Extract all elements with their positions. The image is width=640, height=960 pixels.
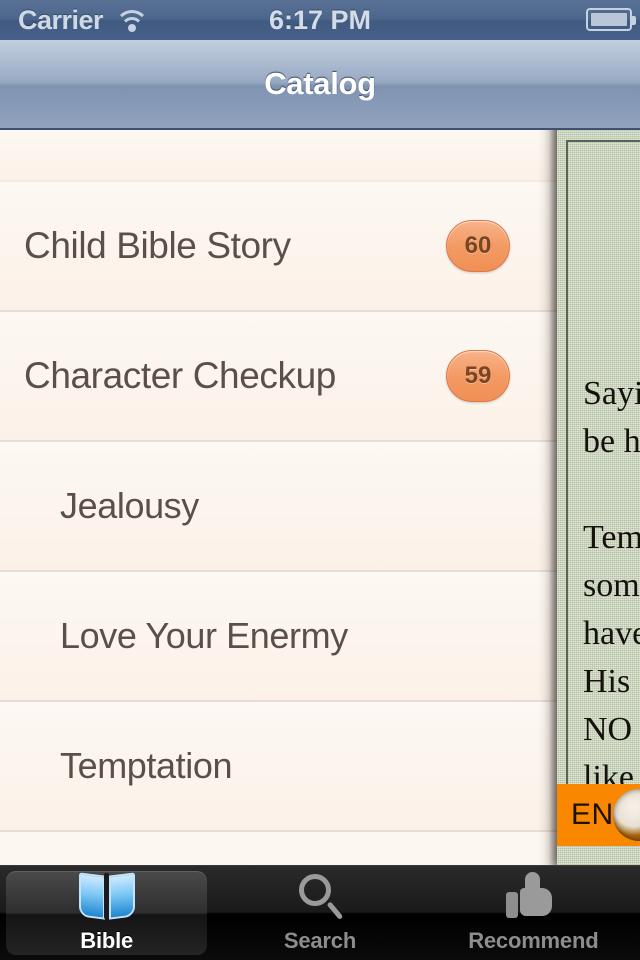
count-badge-label: 60 [464, 232, 492, 259]
page-title: Catalog [264, 66, 376, 101]
catalog-list[interactable]: Child Bible Story 60 Character Checkup 59 Je… [0, 130, 558, 866]
tab-bible[interactable]: Bible [0, 866, 213, 960]
list-item-label: Jealousy [60, 485, 199, 526]
language-bar[interactable]: EN [557, 784, 640, 846]
list-item[interactable]: Jealousy [0, 442, 558, 572]
tab-bar: Bible Search Recommend [0, 865, 640, 960]
list-item[interactable] [0, 130, 558, 182]
list-item-label: Love Your Enermy [60, 615, 348, 656]
clock-label: 6:17 PM [268, 4, 372, 35]
list-item-label: Child Bible Story [24, 225, 291, 266]
count-badge-label: 59 [464, 362, 492, 389]
reader-body-text: Sayi be h Tem som have His NO like Perh [583, 375, 640, 844]
book-icon [78, 872, 136, 924]
reader-panel[interactable]: Sayi be h Tem som have His NO like Perh … [557, 40, 640, 866]
status-bar: Carrier 6:17 PM [0, 0, 640, 40]
list-item-label: Character Checkup [24, 355, 336, 396]
tab-label: Recommend [468, 928, 599, 953]
app-screen: Carrier 6:17 PM Catalog Child Bible Stor… [0, 0, 640, 960]
language-toggle-knob[interactable] [613, 789, 640, 841]
list-item[interactable]: Child Bible Story 60 [0, 182, 558, 312]
tab-label: Search [283, 928, 357, 953]
list-item[interactable]: Love Your Enermy [0, 572, 558, 702]
list-item-label: Temptation [60, 745, 233, 786]
count-badge: 59 [446, 350, 510, 402]
language-label: EN [571, 798, 614, 831]
count-badge: 60 [446, 220, 510, 272]
tab-recommend[interactable]: Recommend [427, 866, 640, 960]
battery-icon [586, 8, 636, 31]
navigation-bar: Catalog [0, 40, 640, 130]
tab-search[interactable]: Search [213, 866, 426, 960]
search-icon [291, 872, 349, 924]
tab-label: Bible [80, 928, 134, 953]
status-bar-right [586, 8, 636, 31]
list-item[interactable]: Character Checkup 59 [0, 312, 558, 442]
list-item[interactable]: Temptation [0, 702, 558, 832]
thumbs-up-icon [504, 872, 562, 924]
